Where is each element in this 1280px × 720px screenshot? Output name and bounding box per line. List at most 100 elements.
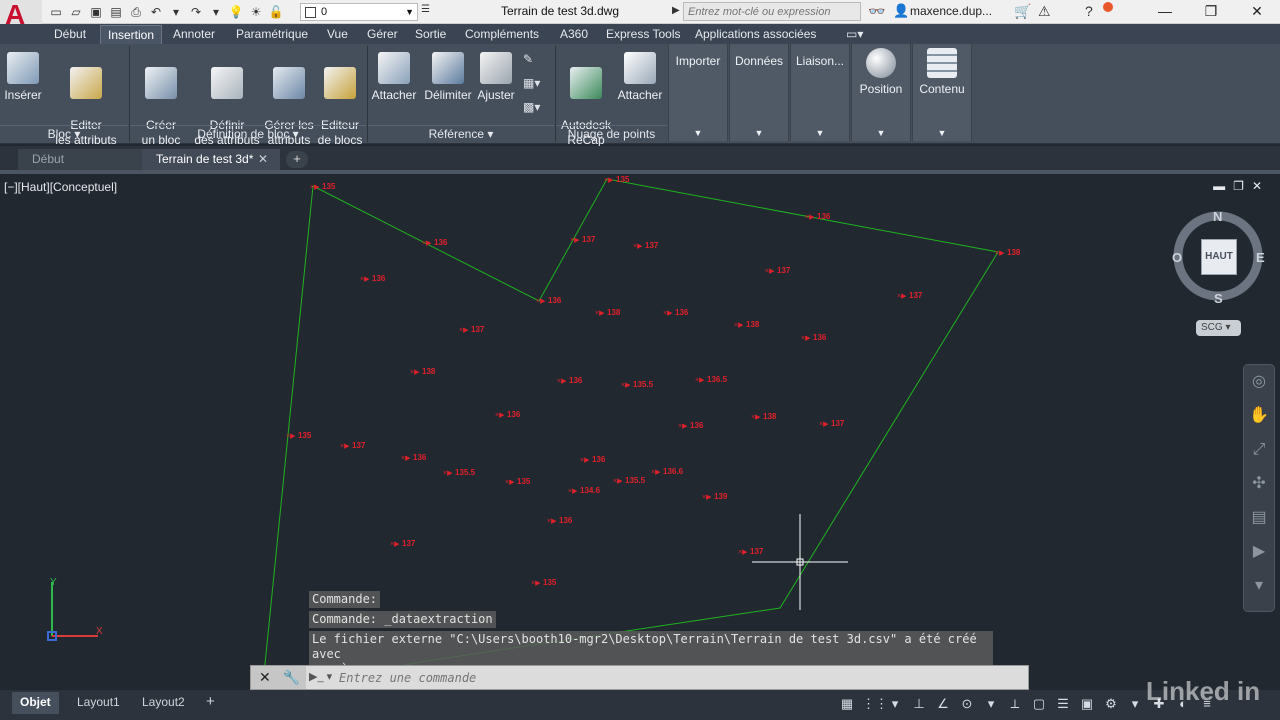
survey-point[interactable]: ×▶ 136	[360, 274, 386, 283]
transparency-icon[interactable]: ▣	[1078, 695, 1096, 713]
lineweight-icon[interactable]: ☰	[1054, 695, 1072, 713]
survey-point[interactable]: ×▶ 137	[765, 266, 791, 275]
survey-point[interactable]: ×▶ 136	[401, 453, 427, 462]
inserer-button[interactable]: Insérer	[2, 52, 44, 103]
file-tab-debut[interactable]: Début	[18, 149, 142, 170]
survey-point[interactable]: ×▶ 134.6	[568, 486, 601, 495]
zoom-extents-icon[interactable]: ⤢	[1244, 433, 1274, 467]
viewport-minimize-icon[interactable]: ▬	[1213, 179, 1233, 193]
command-input[interactable]	[339, 669, 1019, 686]
survey-point[interactable]: ×▶ 138	[734, 320, 760, 329]
reference-small-icon-1[interactable]: ✎	[523, 52, 533, 66]
tab-express-tools[interactable]: Express Tools	[606, 27, 680, 41]
survey-point[interactable]: ×▶ 137	[459, 325, 485, 334]
position-panel[interactable]: Position ▼	[851, 44, 911, 141]
tab-complements[interactable]: Compléments	[465, 27, 539, 41]
panel-title-bloc[interactable]: Bloc ▾	[0, 125, 128, 143]
osnap-icon[interactable]: ⊙	[958, 695, 976, 713]
survey-point[interactable]: ×▶ 136	[547, 516, 573, 525]
save-as-icon[interactable]: ▤	[108, 4, 124, 20]
layout-tab-objet[interactable]: Objet	[12, 692, 59, 714]
delimiter-button[interactable]: Délimiter	[422, 52, 474, 103]
reference-small-icon-3[interactable]: ▩▾	[523, 100, 540, 114]
reference-small-icon-2[interactable]: ▦▾	[523, 76, 540, 90]
help-icon[interactable]: ?	[1085, 3, 1093, 19]
open-file-icon[interactable]: ▱	[68, 4, 84, 20]
survey-point[interactable]: ×▶ 136	[801, 333, 827, 342]
survey-point[interactable]: ×▶ 135.5	[443, 468, 476, 477]
viewport-close-icon[interactable]: ✕	[1252, 179, 1270, 193]
viewport-controls-label[interactable]: [−][Haut][Conceptuel]	[4, 180, 117, 194]
survey-point[interactable]: ×▶ 135	[286, 431, 312, 440]
close-tab-icon[interactable]: ✕	[258, 149, 268, 169]
tab-sortie[interactable]: Sortie	[415, 27, 446, 41]
layer-lock-icon[interactable]: 🔓	[268, 4, 284, 20]
tab-insertion[interactable]: Insertion	[100, 25, 163, 44]
new-file-icon[interactable]: ▭	[48, 4, 64, 20]
minimize-icon[interactable]: —	[1142, 0, 1188, 24]
ribbon-minimize-icon[interactable]: ▭▾	[846, 27, 863, 41]
print-icon[interactable]: ⎙	[128, 4, 144, 20]
survey-point[interactable]: ×▶ 136	[580, 455, 606, 464]
survey-point[interactable]: ×▶ 136	[557, 376, 583, 385]
viewcube-north[interactable]: N	[1213, 209, 1222, 224]
redo-icon[interactable]: ↷	[188, 4, 204, 20]
save-icon[interactable]: ▣	[88, 4, 104, 20]
viewport-restore-icon[interactable]: ❐	[1233, 179, 1252, 193]
grid-icon[interactable]: ▦	[838, 695, 856, 713]
tab-gerer[interactable]: Gérer	[367, 27, 398, 41]
new-tab-button[interactable]: +	[286, 151, 308, 168]
search-input[interactable]	[683, 2, 861, 21]
undo-icon[interactable]: ↶	[148, 4, 164, 20]
tab-vue[interactable]: Vue	[327, 27, 348, 41]
survey-point[interactable]: ×▶ 135	[604, 175, 630, 184]
survey-point[interactable]: ×▶ 136	[663, 308, 689, 317]
navbar-menu-icon[interactable]: ▾	[1244, 569, 1274, 603]
survey-point[interactable]: ×▶ 137	[570, 235, 596, 244]
quick-access-customize-icon[interactable]: ☰	[421, 4, 430, 15]
survey-point[interactable]: ×▶ 137	[897, 291, 923, 300]
add-layout-button[interactable]: +	[198, 692, 223, 714]
user-icon[interactable]: 👤	[893, 3, 909, 19]
panel-title-definition[interactable]: Définition de bloc ▾	[130, 125, 366, 143]
layer-freeze-icon[interactable]: ☀	[248, 4, 264, 20]
restore-icon[interactable]: ❐	[1188, 0, 1234, 24]
binoculars-icon[interactable]: 👓	[868, 3, 885, 20]
survey-point[interactable]: ×▶ 136	[536, 296, 562, 305]
survey-point[interactable]: ×▶ 136.5	[695, 375, 728, 384]
survey-point[interactable]: ×▶ 136.6	[651, 467, 684, 476]
cart-icon[interactable]: 🛒	[1014, 3, 1031, 20]
survey-point[interactable]: ×▶ 135	[505, 477, 531, 486]
showmotion-icon[interactable]: ▤	[1244, 501, 1274, 535]
survey-point[interactable]: ×▶ 137	[390, 539, 416, 548]
file-tab-active[interactable]: Terrain de test 3d* ✕	[142, 149, 280, 170]
tab-debut[interactable]: Début	[54, 27, 86, 41]
panel-title-reference[interactable]: Référence ▾	[368, 125, 554, 143]
contenu-panel[interactable]: Contenu ▼	[912, 44, 972, 141]
survey-point[interactable]: ×▶ 135	[531, 578, 557, 587]
survey-point[interactable]: ×▶ 138	[751, 412, 777, 421]
ortho-icon[interactable]: ⊥	[910, 695, 928, 713]
survey-point[interactable]: ×▶ 137	[738, 547, 764, 556]
pan-icon[interactable]: ✋	[1244, 399, 1274, 433]
viewcube-south[interactable]: S	[1214, 291, 1223, 306]
survey-point[interactable]: ×▶ 137	[340, 441, 366, 450]
ucs-dropdown[interactable]: SCG ▾	[1196, 320, 1241, 336]
layout-tab-layout2[interactable]: Layout2	[134, 692, 193, 714]
close-icon[interactable]: ✕	[1234, 0, 1280, 24]
survey-point[interactable]: ×▶ 135	[310, 182, 336, 191]
survey-point[interactable]: ×▶ 136	[422, 238, 448, 247]
selection-cycling-icon[interactable]: ▢	[1030, 695, 1048, 713]
survey-point[interactable]: ×▶ 138	[595, 308, 621, 317]
importer-panel[interactable]: Importer ▼	[668, 44, 728, 141]
survey-point[interactable]: ×▶ 135.5	[621, 380, 654, 389]
polar-icon[interactable]: ∠	[934, 695, 952, 713]
viewcube-east[interactable]: E	[1256, 250, 1265, 265]
drawing-canvas[interactable]: ×▶ 135 ×▶ 136 ×▶ 136 ×▶ 135 ×▶ 136 ×▶ 138 ×▶ 137 ×▶ 137…	[0, 174, 1280, 690]
layout-tab-layout1[interactable]: Layout1	[69, 692, 128, 714]
donnees-panel[interactable]: Données ▼	[729, 44, 789, 141]
orbit-icon[interactable]: ✣	[1244, 467, 1274, 501]
ajuster-button[interactable]: Ajuster	[475, 52, 517, 103]
survey-point[interactable]: ×▶ 136	[805, 212, 831, 221]
workspace-gear-icon[interactable]: ⚙	[1102, 695, 1120, 713]
